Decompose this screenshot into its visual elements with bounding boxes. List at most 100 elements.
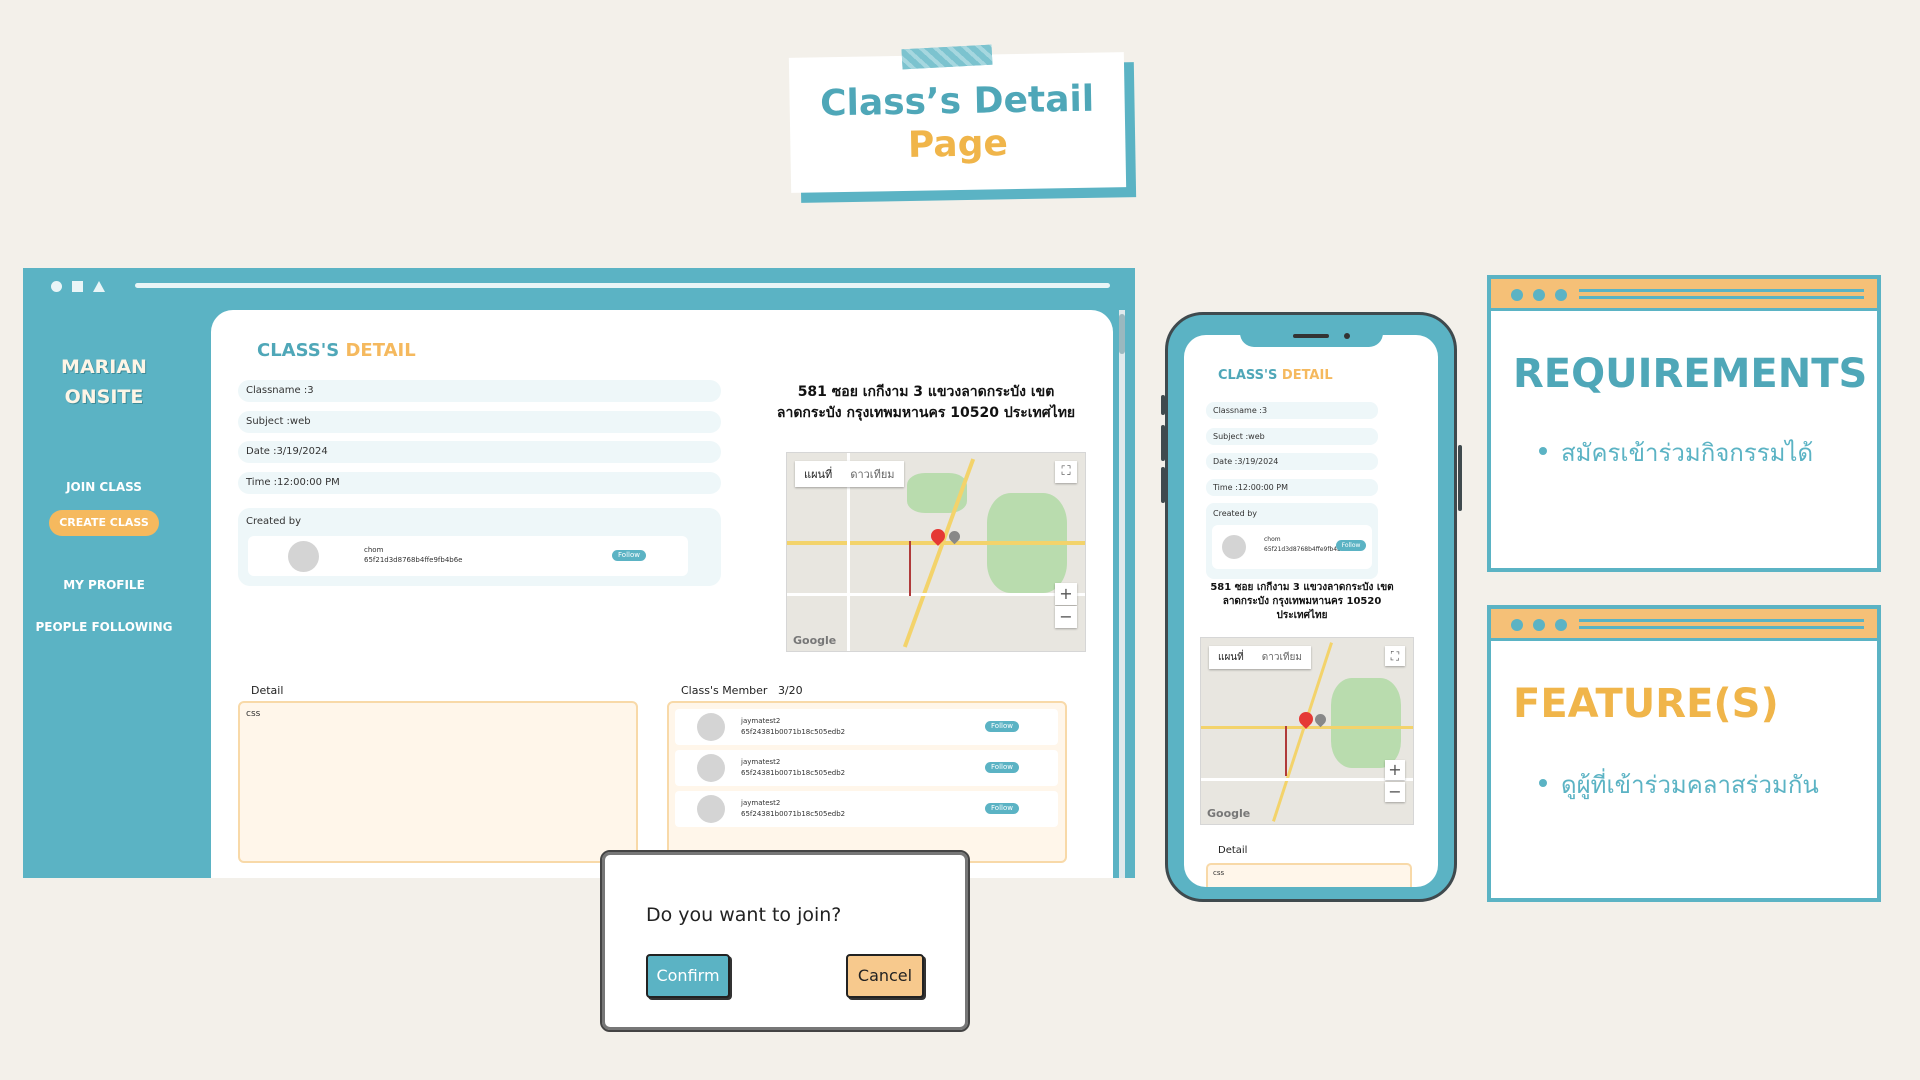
mobile-detail-text: css <box>1213 869 1225 877</box>
members-title: Class's Member <box>681 684 768 697</box>
mobile-map-type-tabs: แผนที่ ดาวเทียม <box>1209 646 1311 669</box>
member-name: jaymatest2 <box>741 758 781 766</box>
mobile-title-part2: DETAIL <box>1281 368 1333 383</box>
window-dot-icon <box>51 280 62 292</box>
mobile-phone-mockup: CLASS'S DETAIL Classname :3 Subject :web… <box>1161 312 1462 902</box>
detail-label: Detail <box>251 684 284 697</box>
title-card-paper: Class’s Detail Page <box>788 52 1127 193</box>
classname-field: Classname :3 <box>238 380 721 402</box>
mobile-created-by-section: Created by chom 65f21d3d8768b4ffe9fb4b6e… <box>1206 503 1378 579</box>
page-title: CLASS'S DETAIL <box>257 340 416 361</box>
desktop-browser-window: MARIAN ONSITE JOIN CLASS CREATE CLASS MY… <box>23 268 1135 878</box>
scrollbar-thumb[interactable] <box>1119 314 1125 354</box>
phone-camera <box>1344 333 1350 339</box>
map-tab-satellite[interactable]: ดาวเทียม <box>841 461 903 487</box>
window-dot-icon <box>1533 289 1545 301</box>
brand-line2: ONSITE <box>64 386 144 408</box>
mobile-time-field: Time :12:00:00 PM <box>1206 479 1378 496</box>
mobile-subject-field: Subject :web <box>1206 428 1378 445</box>
follow-button[interactable]: Follow <box>985 803 1019 814</box>
bullet-icon <box>1539 779 1547 787</box>
mobile-creator-card[interactable]: chom 65f21d3d8768b4ffe9fb4b6e Follow <box>1212 525 1372 569</box>
sidebar: MARIAN ONSITE JOIN CLASS CREATE CLASS MY… <box>23 304 211 878</box>
place-marker-icon[interactable] <box>1312 711 1329 728</box>
window-dot-icon <box>1555 619 1567 631</box>
google-logo: Google <box>793 634 837 647</box>
map-route <box>1285 726 1287 776</box>
confirm-button[interactable]: Confirm <box>646 954 730 998</box>
map-type-tabs: แผนที่ ดาวเทียม <box>795 461 904 487</box>
brand-logo[interactable]: MARIAN ONSITE <box>23 352 185 412</box>
card-bar-line <box>1579 619 1864 622</box>
window-dot-icon <box>1511 619 1523 631</box>
mobile-location-address: 581 ซอย เกกีงาม 3 แขวงลาดกระบัง เขต ลาดก… <box>1210 582 1394 621</box>
map-road <box>1201 778 1413 781</box>
members-count: 3/20 <box>777 684 803 697</box>
fullscreen-icon[interactable]: ⛶ <box>1385 646 1405 666</box>
card-bar-line <box>1579 626 1864 629</box>
nav-my-profile[interactable]: MY PROFILE <box>23 578 185 592</box>
mobile-detail-textbox[interactable]: css <box>1206 863 1412 887</box>
card-bar-line <box>1579 289 1864 292</box>
created-by-label: Created by <box>246 516 302 527</box>
scrollbar[interactable] <box>1119 310 1125 878</box>
avatar <box>697 713 725 741</box>
window-square-icon <box>72 280 83 292</box>
mobile-classname-field: Classname :3 <box>1206 402 1378 419</box>
member-row[interactable]: jaymatest2 65f24381b0071b18c505edb2 Foll… <box>675 791 1058 827</box>
card-bar-line <box>1579 296 1864 299</box>
mobile-title-part1: CLASS'S <box>1218 368 1282 383</box>
mobile-creator-name: chom <box>1264 536 1281 543</box>
zoom-out-button[interactable]: − <box>1385 782 1405 802</box>
address-bar[interactable] <box>135 283 1110 288</box>
features-card: FEATURE(S) ดูผู้ที่เข้าร่วมคลาสร่วมกัน <box>1487 605 1881 902</box>
member-id: 65f24381b0071b18c505edb2 <box>741 810 846 818</box>
mobile-screen: CLASS'S DETAIL Classname :3 Subject :web… <box>1184 335 1438 887</box>
page-title-part1: CLASS'S <box>257 340 346 361</box>
google-logo: Google <box>1207 807 1251 820</box>
zoom-out-button[interactable]: − <box>1055 606 1077 628</box>
map-route <box>909 541 911 596</box>
follow-button[interactable]: Follow <box>1336 540 1366 551</box>
avatar <box>697 754 725 782</box>
nav-people-following[interactable]: PEOPLE FOLLOWING <box>23 620 185 634</box>
feature-item: ดูผู้ที่เข้าร่วมคลาสร่วมกัน <box>1561 771 1819 799</box>
main-content: CLASS'S DETAIL Classname :3 Subject :web… <box>211 310 1113 878</box>
member-id: 65f24381b0071b18c505edb2 <box>741 769 846 777</box>
create-class-button[interactable]: CREATE CLASS <box>49 510 159 536</box>
mobile-created-by-label: Created by <box>1213 509 1258 518</box>
time-field: Time :12:00:00 PM <box>238 472 721 494</box>
zoom-in-button[interactable]: + <box>1055 583 1077 605</box>
cancel-button[interactable]: Cancel <box>846 954 924 998</box>
dialog-question: Do you want to join? <box>646 904 842 926</box>
mobile-page-title: CLASS'S DETAIL <box>1218 368 1333 383</box>
detail-textbox[interactable]: css <box>238 701 638 863</box>
card-titlebar <box>1491 279 1877 311</box>
creator-card[interactable]: chom 65f21d3d8768b4ffe9fb4b6e Follow <box>248 536 688 576</box>
window-dot-icon <box>1533 619 1545 631</box>
requirements-card: REQUIREMENTS สมัครเข้าร่วมกิจกรรมได้ <box>1487 275 1881 572</box>
phone-side-button <box>1161 395 1165 415</box>
card-titlebar <box>1491 609 1877 641</box>
member-row[interactable]: jaymatest2 65f24381b0071b18c505edb2 Foll… <box>675 709 1058 745</box>
follow-button[interactable]: Follow <box>985 721 1019 732</box>
member-row[interactable]: jaymatest2 65f24381b0071b18c505edb2 Foll… <box>675 750 1058 786</box>
map-tab-satellite[interactable]: ดาวเทียม <box>1253 646 1311 669</box>
mobile-location-map[interactable]: แผนที่ ดาวเทียม ⛶ + − Google <box>1200 637 1414 825</box>
phone-power-button <box>1458 445 1462 511</box>
map-tab-map[interactable]: แผนที่ <box>1209 646 1253 669</box>
creator-name: chom <box>364 546 384 554</box>
zoom-in-button[interactable]: + <box>1385 760 1405 780</box>
features-title: FEATURE(S) <box>1513 681 1779 727</box>
location-map[interactable]: แผนที่ ดาวเทียม ⛶ + − Google <box>786 452 1086 652</box>
fullscreen-icon[interactable]: ⛶ <box>1055 461 1077 483</box>
follow-button[interactable]: Follow <box>612 550 646 561</box>
follow-button[interactable]: Follow <box>985 762 1019 773</box>
bullet-icon <box>1539 447 1547 455</box>
date-field: Date :3/19/2024 <box>238 441 721 463</box>
phone-speaker <box>1293 334 1329 338</box>
members-list: jaymatest2 65f24381b0071b18c505edb2 Foll… <box>667 701 1067 863</box>
map-tab-map[interactable]: แผนที่ <box>795 461 841 487</box>
nav-join-class[interactable]: JOIN CLASS <box>23 480 185 494</box>
page-title-part2: DETAIL <box>345 340 416 361</box>
